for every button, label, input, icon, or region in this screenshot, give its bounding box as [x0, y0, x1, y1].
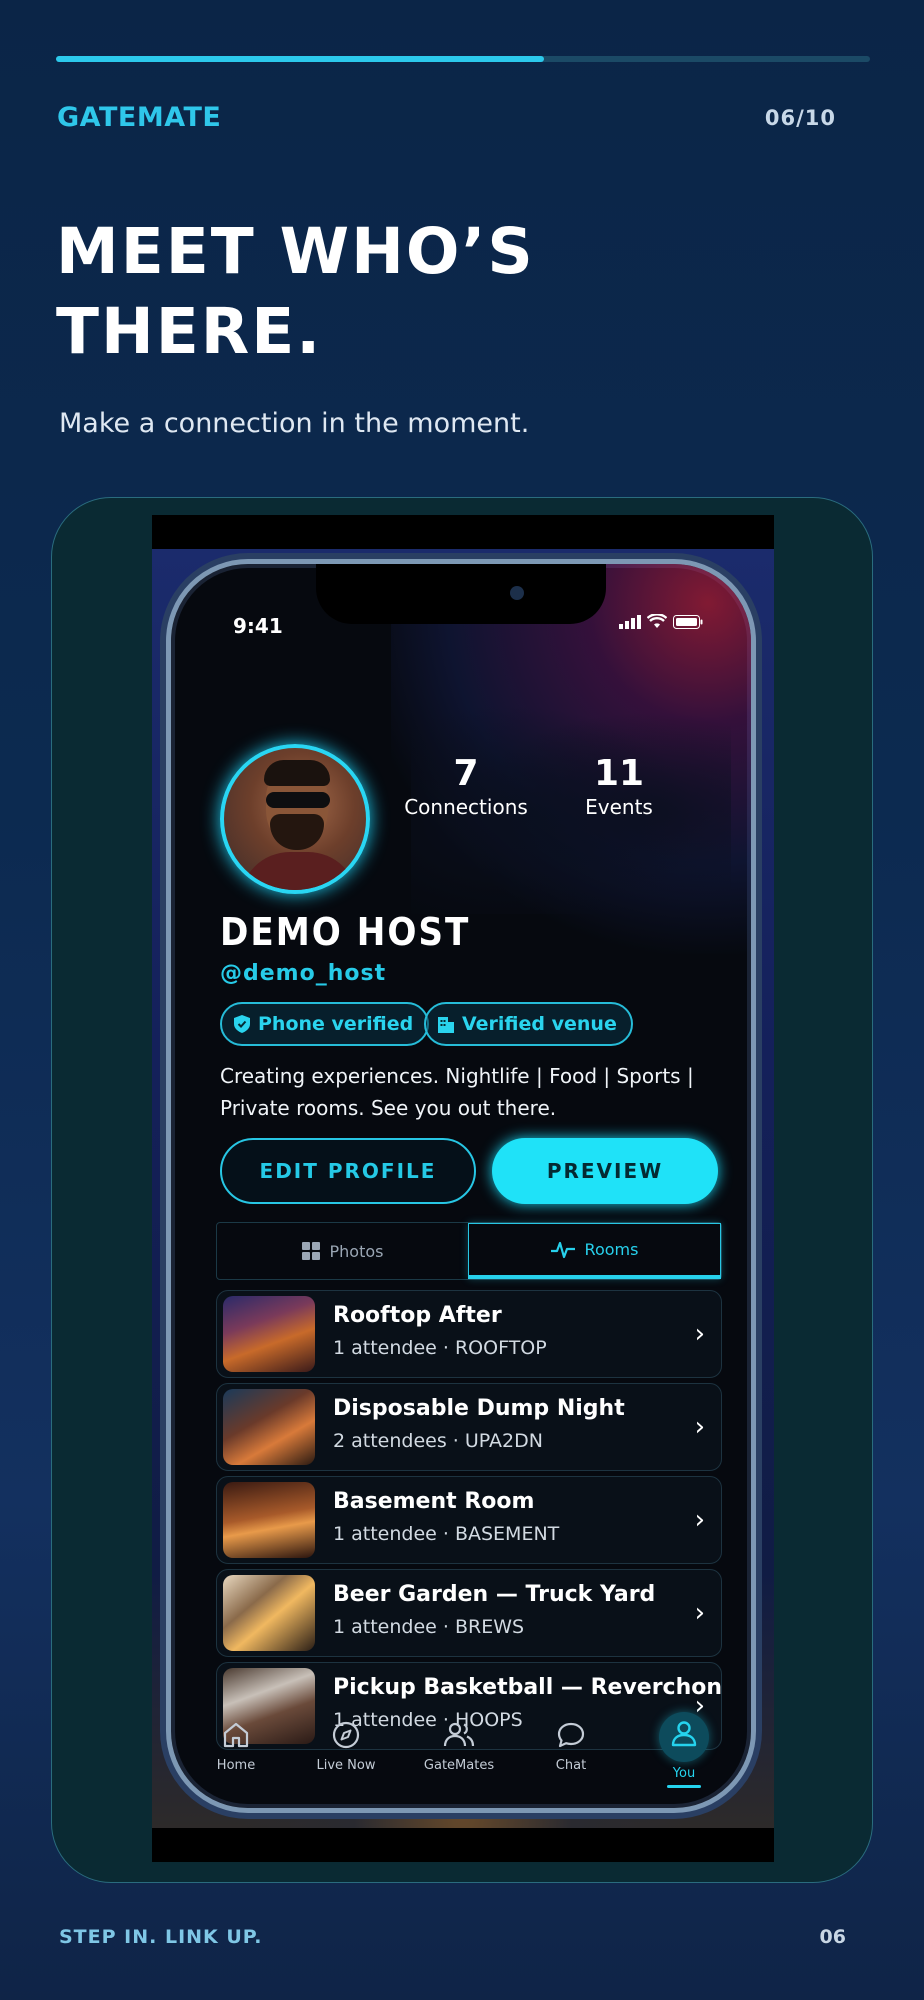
stat-events[interactable]: 11 Events: [559, 754, 679, 820]
room-item[interactable]: Beer Garden — Truck Yard 1 attendee · BR…: [216, 1569, 722, 1657]
profile-bio: Creating experiences. Nightlife | Food |…: [220, 1060, 720, 1124]
room-meta: 1 attendee · BREWS: [333, 1616, 525, 1638]
signal-icon: [619, 614, 641, 629]
edit-profile-button[interactable]: EDIT PROFILE: [220, 1138, 476, 1204]
wifi-icon: [647, 614, 667, 628]
shield-icon: [234, 1015, 250, 1033]
nav-label: GateMates: [423, 1758, 495, 1773]
camera-icon: [510, 586, 524, 600]
tab-rooms[interactable]: Rooms: [468, 1223, 721, 1279]
progress-bar: [56, 56, 870, 62]
room-item[interactable]: Rooftop After 1 attendee · ROOFTOP ›: [216, 1290, 722, 1378]
room-item[interactable]: Disposable Dump Night 2 attendees · UPA2…: [216, 1383, 722, 1471]
headline-line-1: MEET WHO’S: [56, 215, 535, 288]
badge-label: Verified venue: [462, 1013, 617, 1035]
home-icon: [223, 1722, 249, 1748]
room-title: Pickup Basketball — Reverchon: [333, 1675, 723, 1700]
room-thumbnail: [223, 1389, 315, 1465]
nav-live-now[interactable]: Live Now: [301, 1720, 391, 1773]
chevron-right-icon: ›: [694, 1319, 705, 1349]
room-thumbnail: [223, 1296, 315, 1372]
badge-phone-verified: Phone verified: [220, 1002, 430, 1046]
chevron-right-icon: ›: [694, 1505, 705, 1535]
stat-label: Connections: [404, 795, 528, 819]
nav-label: Live Now: [316, 1758, 376, 1773]
headline-line-2: THERE.: [56, 295, 323, 368]
room-title: Disposable Dump Night: [333, 1396, 625, 1421]
chat-icon: [557, 1722, 585, 1748]
chevron-right-icon: ›: [694, 1412, 705, 1442]
activity-icon: [550, 1241, 575, 1258]
tab-label: Rooms: [584, 1240, 639, 1259]
building-icon: [438, 1017, 454, 1033]
footer-page-number: 06: [819, 1926, 846, 1948]
you-icon-ring: [659, 1712, 709, 1762]
chevron-right-icon: ›: [694, 1598, 705, 1628]
profile-avatar[interactable]: [220, 744, 370, 894]
nav-label: Chat: [555, 1758, 587, 1773]
stat-connections[interactable]: 7 Connections: [396, 754, 536, 820]
user-icon: [671, 1721, 697, 1747]
phone-notch: [316, 564, 606, 624]
room-title: Basement Room: [333, 1489, 535, 1514]
nav-label: Home: [216, 1758, 256, 1773]
stat-label: Events: [585, 795, 653, 819]
room-title: Rooftop After: [333, 1303, 502, 1328]
app-screenshot: 9:41 7 Connections 11 Events DEMO HOST @…: [152, 515, 774, 1862]
profile-name: DEMO HOST: [220, 910, 471, 954]
nav-label: You: [672, 1766, 696, 1781]
phone-frame: 9:41 7 Connections 11 Events DEMO HOST @…: [166, 559, 756, 1813]
footer-tagline: STEP IN. LINK UP.: [59, 1926, 263, 1948]
active-indicator: [667, 1785, 701, 1788]
nav-gatemates[interactable]: GateMates: [414, 1720, 504, 1773]
nav-home[interactable]: Home: [191, 1720, 281, 1773]
rooms-list: Rooftop After 1 attendee · ROOFTOP › Dis…: [216, 1290, 722, 1755]
room-title: Beer Garden — Truck Yard: [333, 1582, 656, 1607]
bottom-nav: Home Live Now GateMates Chat You: [171, 1710, 751, 1808]
stat-value: 11: [593, 753, 645, 794]
status-time: 9:41: [233, 614, 283, 638]
room-meta: 2 attendees · UPA2DN: [333, 1430, 543, 1452]
nav-chat[interactable]: Chat: [526, 1720, 616, 1773]
stat-value: 7: [453, 753, 479, 794]
preview-button[interactable]: PREVIEW: [492, 1138, 718, 1204]
room-meta: 1 attendee · BASEMENT: [333, 1523, 560, 1545]
status-icons: [619, 614, 703, 629]
subtitle: Make a connection in the moment.: [59, 408, 530, 439]
nav-you[interactable]: You: [639, 1712, 729, 1788]
grid-icon: [301, 1242, 320, 1260]
bio-line-2: Private rooms. See you out there.: [220, 1096, 557, 1120]
badge-label: Phone verified: [258, 1013, 414, 1035]
headline: MEET WHO’S THERE.: [56, 212, 535, 372]
tab-label: Photos: [329, 1241, 384, 1261]
badge-verified-venue: Verified venue: [424, 1002, 633, 1046]
profile-handle: @demo_host: [220, 961, 387, 986]
tab-photos[interactable]: Photos: [217, 1223, 468, 1279]
screenshot-card: 9:41 7 Connections 11 Events DEMO HOST @…: [51, 497, 873, 1883]
room-item[interactable]: Basement Room 1 attendee · BASEMENT ›: [216, 1476, 722, 1564]
slide-counter: 06/10: [764, 106, 836, 130]
users-icon: [443, 1722, 475, 1747]
room-thumbnail: [223, 1482, 315, 1558]
progress-bar-fill: [56, 56, 545, 62]
compass-icon: [332, 1721, 360, 1749]
room-thumbnail: [223, 1575, 315, 1651]
profile-tabs: Photos Rooms: [216, 1222, 722, 1280]
brand-name: GATEMATE: [57, 102, 222, 133]
battery-icon: [673, 614, 703, 629]
room-meta: 1 attendee · ROOFTOP: [333, 1337, 547, 1359]
bio-line-1: Creating experiences. Nightlife | Food |…: [220, 1064, 694, 1088]
